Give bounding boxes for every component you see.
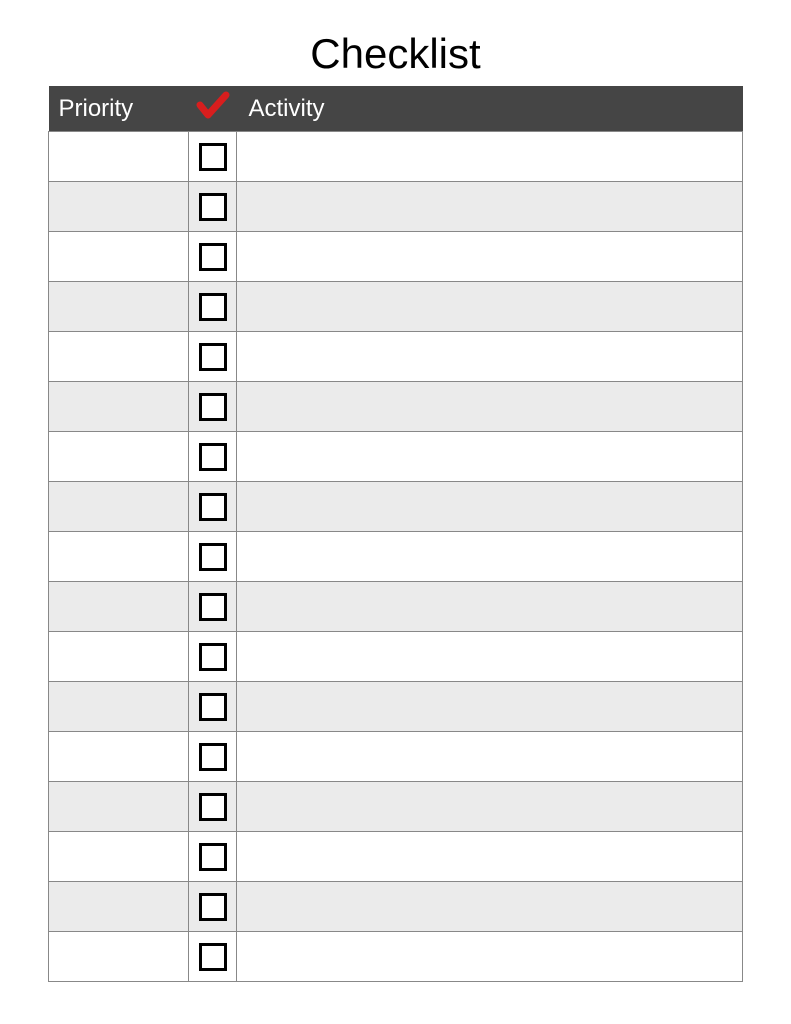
activity-cell[interactable]: [237, 332, 743, 382]
activity-cell[interactable]: [237, 732, 743, 782]
priority-cell[interactable]: [49, 882, 189, 932]
activity-cell[interactable]: [237, 132, 743, 182]
check-cell: [189, 732, 237, 782]
activity-cell[interactable]: [237, 282, 743, 332]
activity-cell[interactable]: [237, 482, 743, 532]
priority-cell[interactable]: [49, 182, 189, 232]
table-row: [49, 882, 743, 932]
activity-cell[interactable]: [237, 582, 743, 632]
checkbox[interactable]: [199, 593, 227, 621]
check-cell: [189, 932, 237, 982]
page-title: Checklist: [48, 30, 743, 78]
table-row: [49, 382, 743, 432]
priority-cell[interactable]: [49, 232, 189, 282]
priority-cell[interactable]: [49, 132, 189, 182]
priority-cell[interactable]: [49, 382, 189, 432]
activity-cell[interactable]: [237, 232, 743, 282]
check-cell: [189, 582, 237, 632]
check-cell: [189, 282, 237, 332]
checklist-table: Priority Activity: [48, 86, 743, 982]
priority-cell[interactable]: [49, 932, 189, 982]
table-row: [49, 682, 743, 732]
table-row: [49, 782, 743, 832]
table-row: [49, 532, 743, 582]
checkbox[interactable]: [199, 943, 227, 971]
activity-cell[interactable]: [237, 632, 743, 682]
activity-cell[interactable]: [237, 682, 743, 732]
checkbox[interactable]: [199, 743, 227, 771]
checkbox[interactable]: [199, 393, 227, 421]
activity-cell[interactable]: [237, 532, 743, 582]
check-cell: [189, 632, 237, 682]
table-row: [49, 932, 743, 982]
checkbox[interactable]: [199, 243, 227, 271]
priority-cell[interactable]: [49, 582, 189, 632]
priority-cell[interactable]: [49, 632, 189, 682]
table-row: [49, 332, 743, 382]
activity-cell[interactable]: [237, 182, 743, 232]
priority-cell[interactable]: [49, 332, 189, 382]
check-cell: [189, 782, 237, 832]
check-cell: [189, 482, 237, 532]
checkbox[interactable]: [199, 443, 227, 471]
activity-cell[interactable]: [237, 932, 743, 982]
header-check: [189, 86, 237, 132]
checkbox[interactable]: [199, 643, 227, 671]
check-cell: [189, 432, 237, 482]
checkbox[interactable]: [199, 693, 227, 721]
priority-cell[interactable]: [49, 432, 189, 482]
table-row: [49, 832, 743, 882]
table-row: [49, 132, 743, 182]
header-priority: Priority: [49, 86, 189, 132]
priority-cell[interactable]: [49, 482, 189, 532]
check-cell: [189, 832, 237, 882]
checkbox[interactable]: [199, 493, 227, 521]
table-row: [49, 732, 743, 782]
priority-cell[interactable]: [49, 682, 189, 732]
check-cell: [189, 332, 237, 382]
table-row: [49, 632, 743, 682]
checkbox[interactable]: [199, 843, 227, 871]
activity-cell[interactable]: [237, 782, 743, 832]
table-row: [49, 432, 743, 482]
check-cell: [189, 882, 237, 932]
table-row: [49, 482, 743, 532]
priority-cell[interactable]: [49, 832, 189, 882]
table-row: [49, 182, 743, 232]
checkbox[interactable]: [199, 143, 227, 171]
activity-cell[interactable]: [237, 382, 743, 432]
check-cell: [189, 132, 237, 182]
priority-cell[interactable]: [49, 782, 189, 832]
checkbox[interactable]: [199, 793, 227, 821]
checkbox[interactable]: [199, 343, 227, 371]
priority-cell[interactable]: [49, 732, 189, 782]
activity-cell[interactable]: [237, 882, 743, 932]
priority-cell[interactable]: [49, 282, 189, 332]
check-cell: [189, 182, 237, 232]
activity-cell[interactable]: [237, 432, 743, 482]
checkbox[interactable]: [199, 543, 227, 571]
checkmark-icon: [196, 90, 230, 127]
table-row: [49, 232, 743, 282]
activity-cell[interactable]: [237, 832, 743, 882]
check-cell: [189, 232, 237, 282]
table-row: [49, 582, 743, 632]
check-cell: [189, 382, 237, 432]
checkbox[interactable]: [199, 893, 227, 921]
check-cell: [189, 532, 237, 582]
checkbox[interactable]: [199, 293, 227, 321]
table-header-row: Priority Activity: [49, 86, 743, 132]
priority-cell[interactable]: [49, 532, 189, 582]
header-activity: Activity: [237, 86, 743, 132]
checkbox[interactable]: [199, 193, 227, 221]
table-row: [49, 282, 743, 332]
check-cell: [189, 682, 237, 732]
